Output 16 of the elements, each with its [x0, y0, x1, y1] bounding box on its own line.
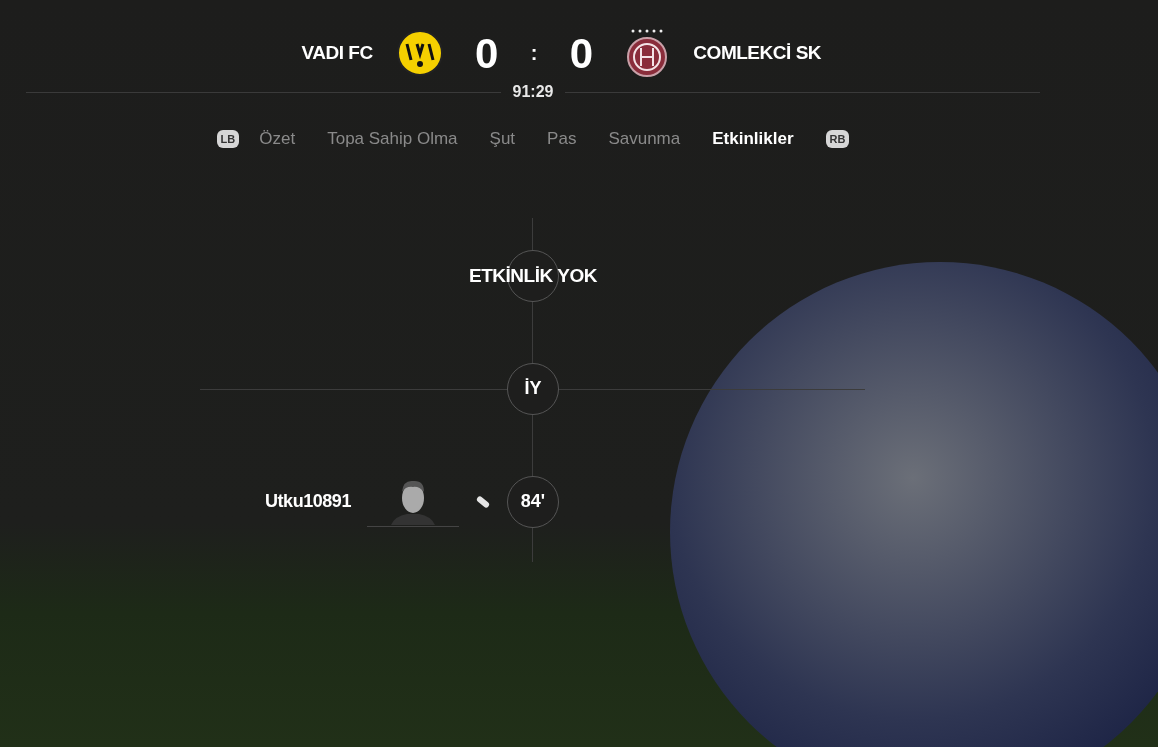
- home-score: 0: [473, 28, 500, 79]
- away-team-name: COMLEKCİ SK: [693, 40, 823, 65]
- tab[interactable]: Savunma: [608, 126, 681, 152]
- tab[interactable]: Şut: [489, 126, 516, 152]
- player-name: Utku10891: [265, 490, 351, 513]
- tab[interactable]: Pas: [547, 126, 577, 152]
- away-crest-icon: [625, 28, 670, 78]
- away-score: 0: [568, 28, 594, 79]
- no-events-label: ETKİNLİK YOK: [469, 264, 597, 289]
- tab[interactable]: Topa Sahip Olma: [327, 126, 458, 152]
- home-team-name: VADI FC: [300, 40, 373, 65]
- score-separator: :: [530, 41, 538, 66]
- home-crest-icon: [396, 30, 443, 76]
- tab[interactable]: Etkinlikler: [712, 126, 794, 152]
- match-clock: 91:29: [512, 82, 554, 102]
- tab[interactable]: Özet: [259, 126, 296, 152]
